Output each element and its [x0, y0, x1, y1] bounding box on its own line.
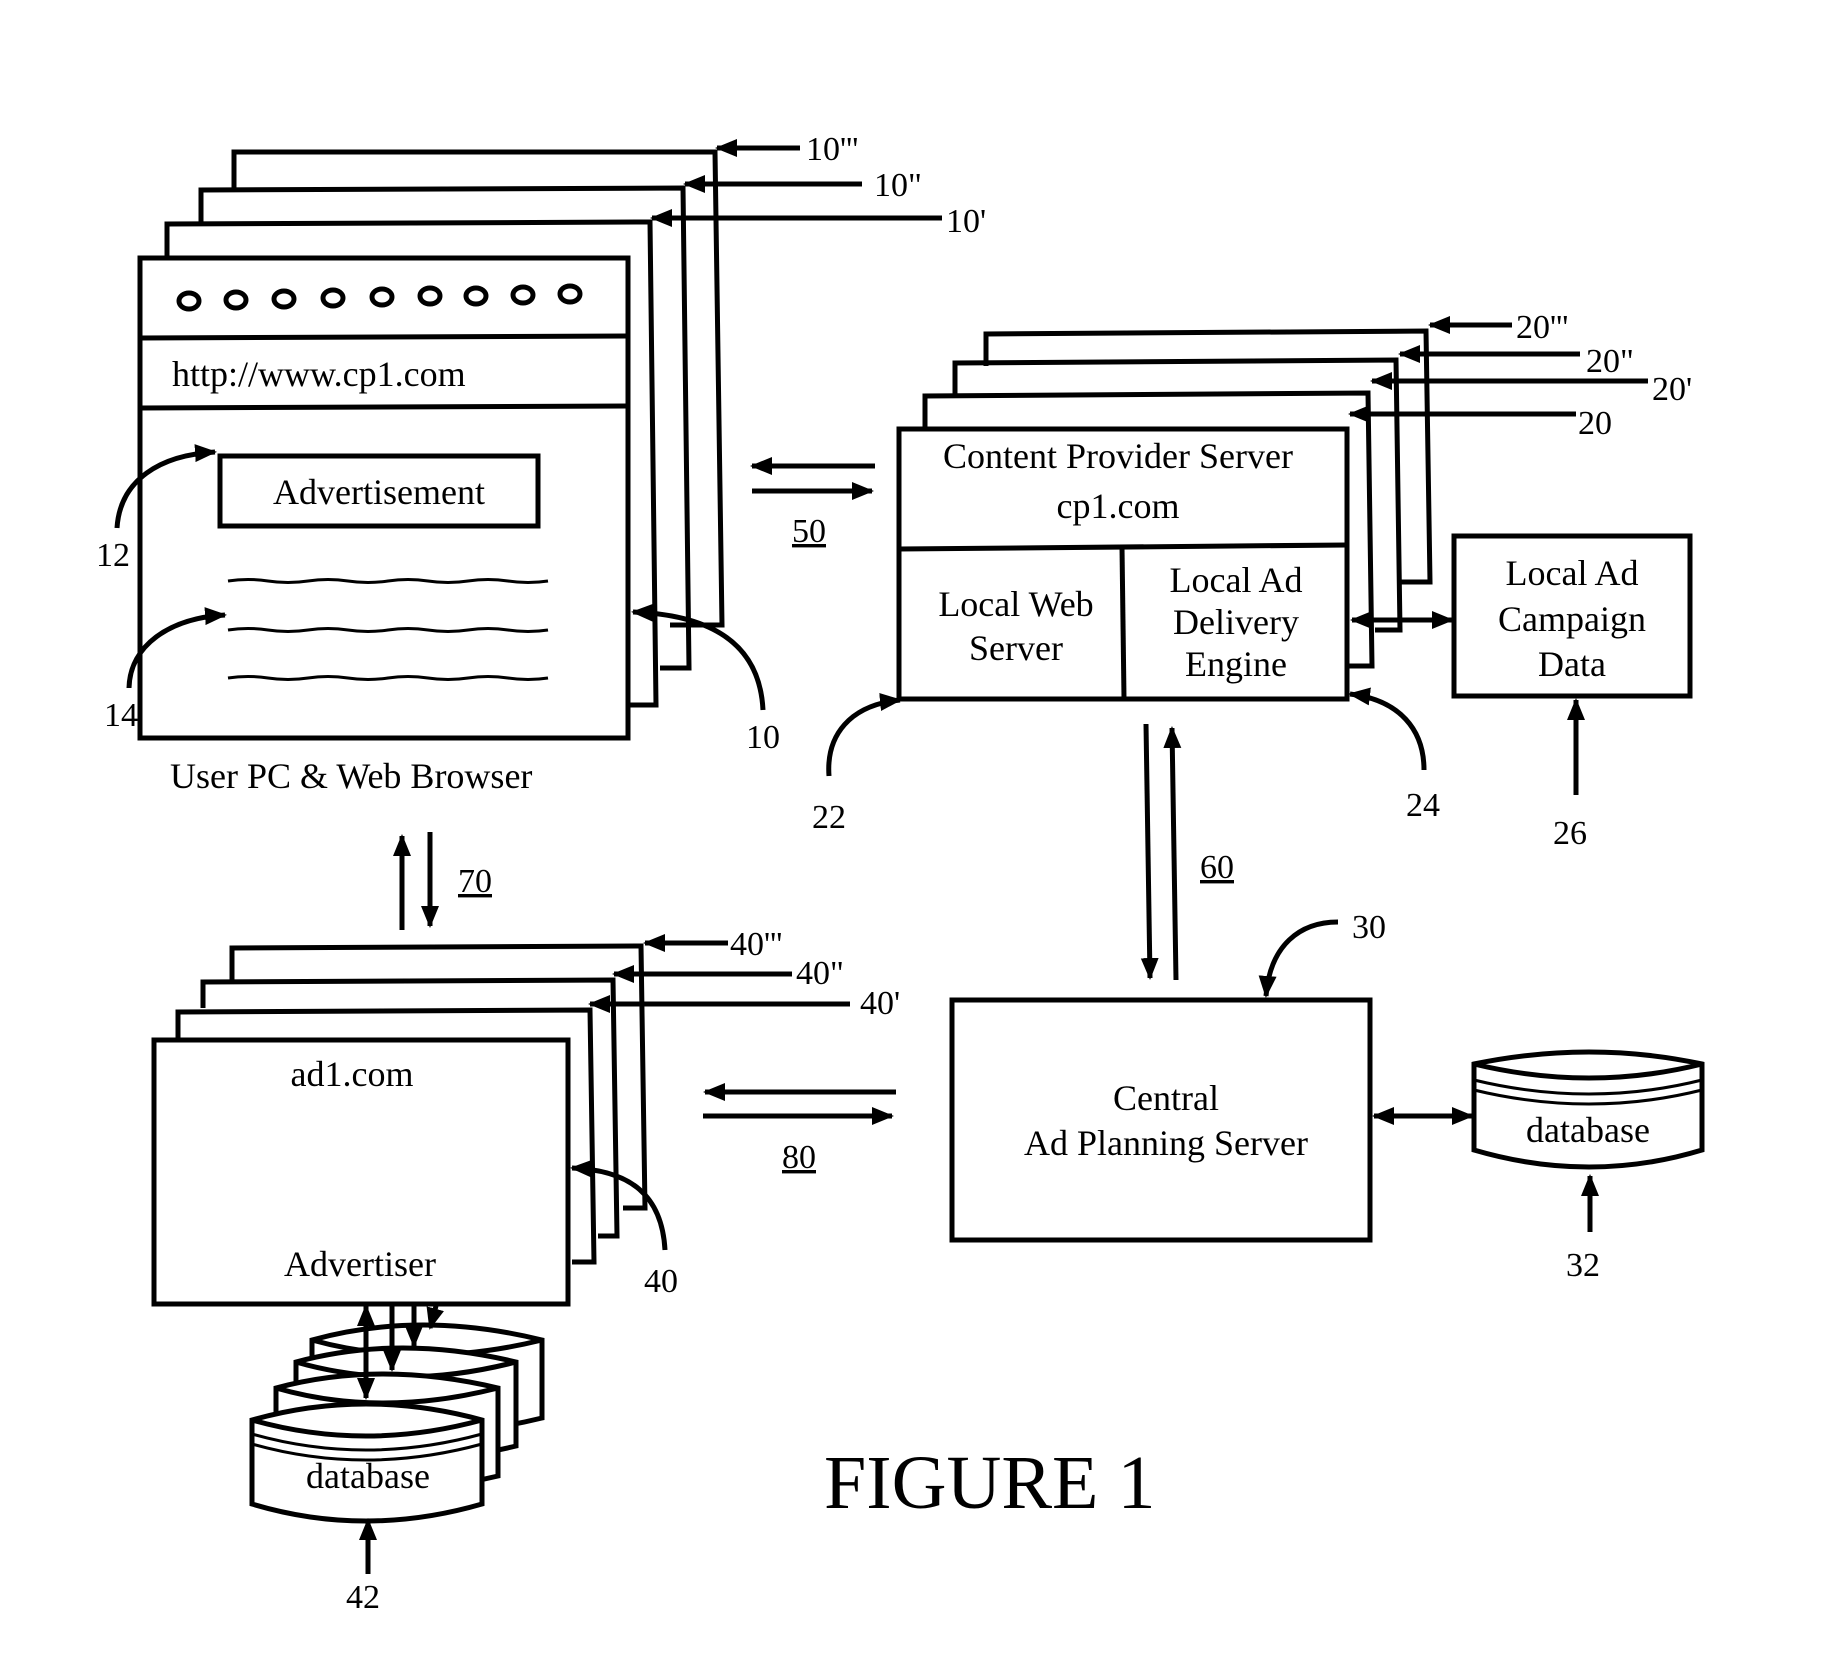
- ref-label-40-prime: 40': [860, 985, 900, 1022]
- central-server-line2: Ad Planning Server: [1024, 1123, 1308, 1163]
- central-database-group: database 32: [1372, 1049, 1705, 1284]
- local-ad-engine-line2: Delivery: [1173, 602, 1299, 642]
- ref-pointer-30: [1258, 919, 1339, 998]
- figure-diagram: http://www.cp1.com Advertisement 12 14 1…: [96, 131, 1705, 1616]
- central-server-group: Central Ad Planning Server 30: [949, 909, 1386, 1243]
- ref-label-42: 42: [346, 1579, 380, 1616]
- ref-label-24: 24: [1406, 787, 1440, 824]
- link-70-browser-advertiser: 70: [393, 832, 492, 930]
- ref-label-20: 20: [1578, 405, 1612, 442]
- ref-label-10-triple-prime: 10''': [806, 131, 858, 168]
- content-provider-domain: cp1.com: [1057, 486, 1180, 526]
- content-provider-title: Content Provider Server: [943, 436, 1293, 476]
- central-database-label: database: [1526, 1110, 1650, 1150]
- ref-label-10: 10: [746, 719, 780, 756]
- ref-label-32: 32: [1566, 1247, 1600, 1284]
- link-80-advertiser-central: 80: [703, 1083, 896, 1176]
- browser-url-divider: [139, 403, 629, 411]
- ref-label-30: 30: [1352, 909, 1386, 946]
- ref-label-40-double-prime: 40": [796, 955, 844, 992]
- link-60-content-central: 60: [1140, 723, 1234, 981]
- link-label-70: 70: [458, 863, 492, 900]
- ref-label-20-double-prime: 20": [1586, 343, 1634, 380]
- ref-label-20-triple-prime: 20''': [1516, 309, 1568, 346]
- ref-pointer-22: [826, 693, 902, 777]
- ref-label-12: 12: [96, 537, 130, 574]
- central-server-line1: Central: [1113, 1078, 1219, 1118]
- link-label-50: 50: [792, 513, 826, 550]
- figure-title: FIGURE 1: [824, 1441, 1155, 1525]
- ref-label-40-triple-prime: 40''': [730, 926, 782, 963]
- arrow-up-icon: [1163, 726, 1182, 981]
- advertiser-label: Advertiser: [284, 1244, 436, 1284]
- local-ad-engine-line3: Engine: [1185, 644, 1287, 684]
- local-ad-engine-line1: Local Ad: [1170, 560, 1303, 600]
- advertiser-database-stack: database 42: [249, 1304, 545, 1616]
- link-label-60: 60: [1200, 849, 1234, 886]
- ref-label-40: 40: [644, 1263, 678, 1300]
- ref-label-10-prime: 10': [946, 203, 986, 240]
- content-provider-column-divider: [1119, 546, 1127, 699]
- link-label-80: 80: [782, 1139, 816, 1176]
- browser-url[interactable]: http://www.cp1.com: [172, 354, 466, 394]
- central-ad-planning-server-box: [949, 997, 1373, 1243]
- local-web-server-line1: Local Web: [938, 584, 1093, 624]
- browser-toolbar-divider: [139, 333, 629, 341]
- ref-label-20-prime: 20': [1652, 371, 1692, 408]
- advertiser-database-label: database: [306, 1456, 430, 1496]
- user-pc-caption: User PC & Web Browser: [170, 756, 532, 796]
- advertisement-label: Advertisement: [273, 472, 485, 512]
- ref-label-14: 14: [104, 697, 138, 734]
- ref-pointer-24: [1348, 687, 1427, 771]
- ref-label-10-double-prime: 10": [874, 167, 922, 204]
- ref-label-22: 22: [812, 799, 846, 836]
- ref-label-26: 26: [1553, 815, 1587, 852]
- campaign-data-line1: Local Ad: [1506, 553, 1639, 593]
- campaign-data-line2: Campaign: [1498, 599, 1646, 639]
- advertiser-domain: ad1.com: [291, 1054, 414, 1094]
- arrow-down-icon: [1140, 723, 1159, 980]
- local-web-server-line2: Server: [969, 628, 1063, 668]
- campaign-data-line3: Data: [1538, 644, 1606, 684]
- link-50-browser-content: 50: [750, 457, 875, 550]
